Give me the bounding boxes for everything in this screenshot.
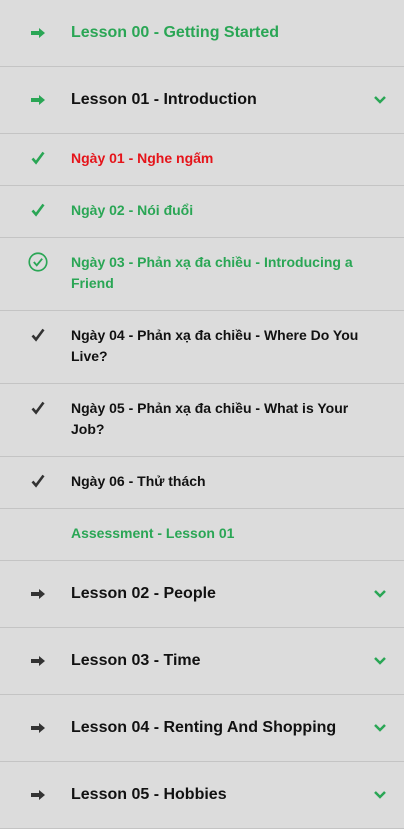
lesson-01-label: Lesson 01 - Introduction (71, 91, 257, 108)
lesson-05-item[interactable]: Lesson 05 - Hobbies (0, 762, 404, 829)
check-circle-icon (28, 252, 48, 272)
day-06-label: Ngày 06 - Thử thách (71, 473, 206, 489)
arrow-right-icon (28, 718, 48, 738)
day-02-item[interactable]: Ngày 02 - Nói đuổi (0, 186, 404, 238)
chevron-down-icon[interactable] (372, 787, 388, 803)
day-02-label: Ngày 02 - Nói đuổi (71, 202, 194, 218)
check-icon (28, 200, 48, 220)
check-icon (28, 398, 48, 418)
lesson-02-item[interactable]: Lesson 02 - People (0, 561, 404, 628)
lesson-02-label: Lesson 02 - People (71, 585, 216, 602)
day-03-label: Ngày 03 - Phản xạ đa chiều - Introducing… (71, 254, 353, 291)
lesson-00-item[interactable]: Lesson 00 - Getting Started (0, 0, 404, 67)
check-icon (28, 325, 48, 345)
assessment-item[interactable]: Assessment - Lesson 01 (0, 509, 404, 561)
chevron-down-icon[interactable] (372, 720, 388, 736)
check-icon (28, 148, 48, 168)
lesson-00-label: Lesson 00 - Getting Started (71, 24, 280, 41)
lesson-03-item[interactable]: Lesson 03 - Time (0, 628, 404, 695)
day-04-label: Ngày 04 - Phản xạ đa chiều - Where Do Yo… (71, 327, 359, 364)
day-01-label: Ngày 01 - Nghe ngấm (71, 150, 214, 166)
check-icon (28, 471, 48, 491)
chevron-down-icon[interactable] (372, 653, 388, 669)
day-01-item[interactable]: Ngày 01 - Nghe ngấm (0, 134, 404, 186)
chevron-down-icon[interactable] (372, 586, 388, 602)
day-06-item[interactable]: Ngày 06 - Thử thách (0, 457, 404, 509)
assessment-label: Assessment - Lesson 01 (71, 525, 235, 541)
lesson-04-item[interactable]: Lesson 04 - Renting And Shopping (0, 695, 404, 762)
lesson-05-label: Lesson 05 - Hobbies (71, 786, 227, 803)
day-05-label: Ngày 05 - Phản xạ đa chiều - What is You… (71, 400, 349, 437)
chevron-down-icon[interactable] (372, 92, 388, 108)
lesson-menu: Lesson 00 - Getting Started Lesson 01 - … (0, 0, 404, 829)
day-03-item[interactable]: Ngày 03 - Phản xạ đa chiều - Introducing… (0, 238, 404, 311)
lesson-03-label: Lesson 03 - Time (71, 652, 201, 669)
arrow-right-icon (28, 785, 48, 805)
arrow-right-icon (28, 90, 48, 110)
day-05-item[interactable]: Ngày 05 - Phản xạ đa chiều - What is You… (0, 384, 404, 457)
arrow-right-icon (28, 584, 48, 604)
lesson-01-item[interactable]: Lesson 01 - Introduction (0, 67, 404, 134)
day-04-item[interactable]: Ngày 04 - Phản xạ đa chiều - Where Do Yo… (0, 311, 404, 384)
arrow-right-icon (28, 23, 48, 43)
arrow-right-icon (28, 651, 48, 671)
lesson-04-label: Lesson 04 - Renting And Shopping (71, 719, 337, 736)
